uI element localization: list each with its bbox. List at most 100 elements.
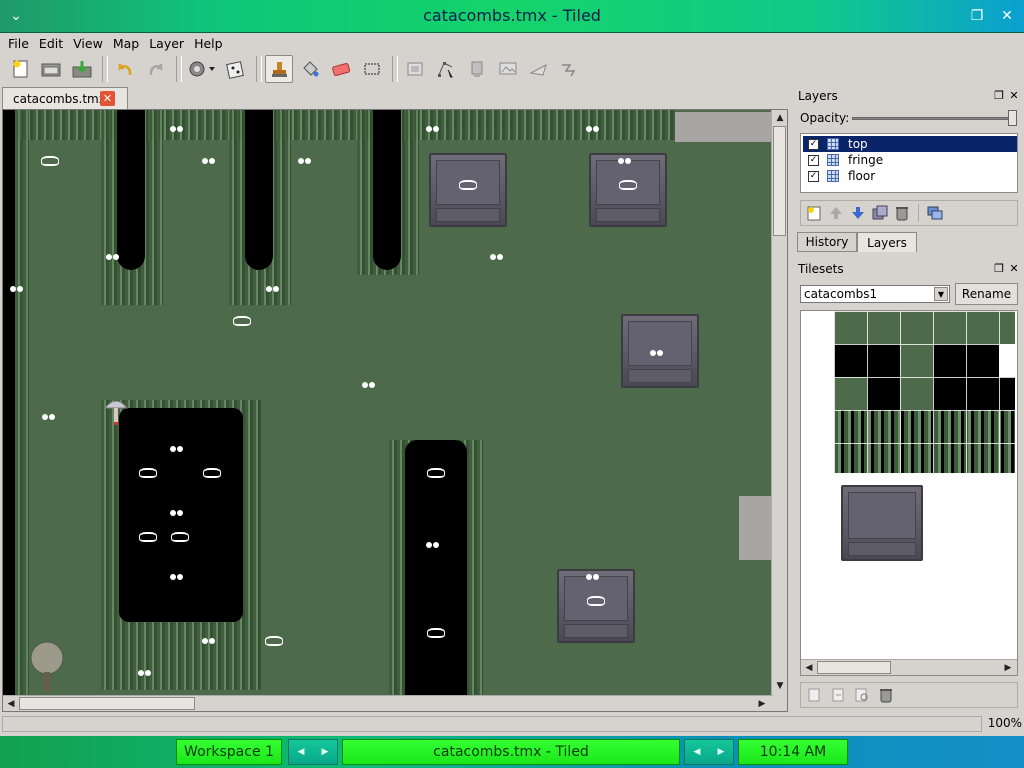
layer-properties-icon[interactable] [926, 204, 944, 222]
tileset-properties-icon[interactable] [853, 686, 871, 704]
taskbar: Workspace 1 ◀ ▶ catacombs.tmx - Tiled ◀ ▶ … [0, 736, 1024, 768]
scroll-right-icon[interactable]: ▶ [1001, 661, 1015, 675]
arrow-left-icon[interactable]: ◀ [694, 747, 701, 757]
close-window-button[interactable]: ✕ [994, 4, 1020, 28]
scroll-left-icon[interactable]: ◀ [802, 661, 816, 675]
layer-row-fringe[interactable]: ✓ fringe [803, 152, 1017, 168]
menu-help[interactable]: Help [190, 36, 227, 51]
tileset-horizontal-scrollbar[interactable]: ◀ ▶ [801, 659, 1017, 675]
close-panel-button[interactable]: ✕ [1007, 88, 1021, 102]
tileset-view[interactable]: ◀ ▶ [800, 310, 1018, 676]
import-tileset-icon[interactable] [829, 686, 847, 704]
layer-visibility-checkbox[interactable]: ✓ [808, 138, 819, 150]
menu-view[interactable]: View [69, 36, 107, 51]
map-vertical-scrollbar[interactable]: ▲ ▼ [771, 110, 787, 695]
pit [117, 110, 145, 270]
bones [427, 468, 445, 478]
skull [265, 284, 281, 294]
scroll-right-icon[interactable]: ▶ [755, 697, 769, 711]
edit-polygon-button[interactable] [432, 55, 460, 83]
insert-image-button[interactable] [494, 55, 522, 83]
new-layer-icon[interactable] [805, 204, 823, 222]
new-tileset-icon[interactable] [805, 686, 823, 704]
window-arrows[interactable]: ◀ ▶ [684, 739, 734, 765]
bones [139, 532, 157, 542]
window-title-bar[interactable]: ⌄ catacombs.tmx - Tiled ❐ ✕ [0, 0, 1024, 33]
arrow-left-icon[interactable]: ◀ [298, 747, 305, 757]
tileset-select[interactable]: catacombs1 ▼ [800, 285, 950, 303]
new-map-button[interactable] [6, 55, 34, 83]
layer-row-floor[interactable]: ✓ floor [803, 168, 1017, 184]
scroll-up-icon[interactable]: ▲ [773, 111, 787, 125]
tomb [429, 153, 507, 227]
eraser-button[interactable] [327, 55, 355, 83]
scroll-thumb[interactable] [817, 661, 891, 674]
tab-history[interactable]: History [797, 232, 857, 252]
insert-tile-icon [471, 61, 483, 77]
bones [203, 468, 221, 478]
restore-icon: ❐ [970, 8, 984, 24]
lower-layer-icon[interactable] [849, 204, 867, 222]
raise-layer-icon[interactable] [827, 204, 845, 222]
status-message [2, 716, 982, 732]
map-canvas[interactable] [3, 110, 771, 695]
random-mode-button[interactable] [222, 55, 250, 83]
opacity-slider-track[interactable] [852, 110, 1017, 126]
insert-polyline-button[interactable] [556, 55, 584, 83]
taskbar-window-button[interactable]: catacombs.tmx - Tiled [342, 739, 680, 765]
map-view[interactable]: ▲ ▼ ◀ ▶ [2, 109, 788, 712]
toolbar-separator [392, 56, 398, 82]
menu-file[interactable]: File [4, 36, 33, 51]
stamp-brush-button[interactable] [265, 55, 293, 83]
workspace-arrows[interactable]: ◀ ▶ [288, 739, 338, 765]
scroll-down-icon[interactable]: ▼ [773, 679, 787, 693]
open-button[interactable] [37, 55, 65, 83]
map-horizontal-scrollbar[interactable]: ◀ ▶ [3, 695, 773, 711]
tree-sprite [30, 641, 64, 692]
workspace-switcher[interactable]: Workspace 1 [176, 739, 282, 765]
bones [171, 532, 189, 542]
float-panel-button[interactable]: ❐ [992, 261, 1006, 275]
layer-visibility-checkbox[interactable]: ✓ [808, 170, 819, 182]
undo-button[interactable] [111, 55, 139, 83]
stamp-brush-icon [272, 62, 287, 77]
toolbar-separator [176, 56, 182, 82]
arrow-right-icon[interactable]: ▶ [718, 747, 725, 757]
document-tab[interactable]: catacombs.tmx ✕ [2, 87, 128, 109]
scroll-thumb[interactable] [19, 697, 195, 710]
menu-map[interactable]: Map [109, 36, 143, 51]
delete-layer-icon[interactable] [893, 204, 911, 222]
bones [265, 636, 283, 646]
save-button[interactable] [68, 55, 96, 83]
open-icon [41, 63, 61, 77]
insert-object-button[interactable] [401, 55, 429, 83]
insert-polygon-button[interactable] [525, 55, 553, 83]
rename-tileset-button[interactable]: Rename [955, 283, 1018, 305]
redo-icon [149, 64, 163, 76]
scroll-thumb[interactable] [773, 126, 786, 236]
close-tab-button[interactable]: ✕ [100, 91, 115, 106]
scroll-left-icon[interactable]: ◀ [4, 697, 18, 711]
restore-button[interactable]: ❐ [964, 4, 990, 28]
commands-button[interactable] [185, 55, 219, 83]
insert-tile-button[interactable] [463, 55, 491, 83]
insert-image-icon [499, 62, 517, 75]
menu-layer[interactable]: Layer [145, 36, 188, 51]
menu-edit[interactable]: Edit [35, 36, 67, 51]
rectangle-select-button[interactable] [358, 55, 386, 83]
redo-button[interactable] [142, 55, 170, 83]
opacity-slider-handle[interactable] [1008, 110, 1017, 126]
delete-tileset-icon[interactable] [877, 686, 895, 704]
layer-row-top[interactable]: ✓ top [803, 136, 1017, 152]
close-panel-button[interactable]: ✕ [1007, 261, 1021, 275]
bucket-fill-button[interactable] [296, 55, 324, 83]
float-panel-button[interactable]: ❐ [992, 88, 1006, 102]
tab-layers[interactable]: Layers [857, 232, 917, 252]
pit [405, 440, 467, 695]
skull [585, 124, 601, 134]
duplicate-layer-icon[interactable] [871, 204, 889, 222]
layer-visibility-checkbox[interactable]: ✓ [808, 154, 819, 166]
tileset-select-value: catacombs1 [804, 287, 878, 301]
arrow-right-icon[interactable]: ▶ [322, 747, 329, 757]
toolbar-separator [102, 56, 108, 82]
